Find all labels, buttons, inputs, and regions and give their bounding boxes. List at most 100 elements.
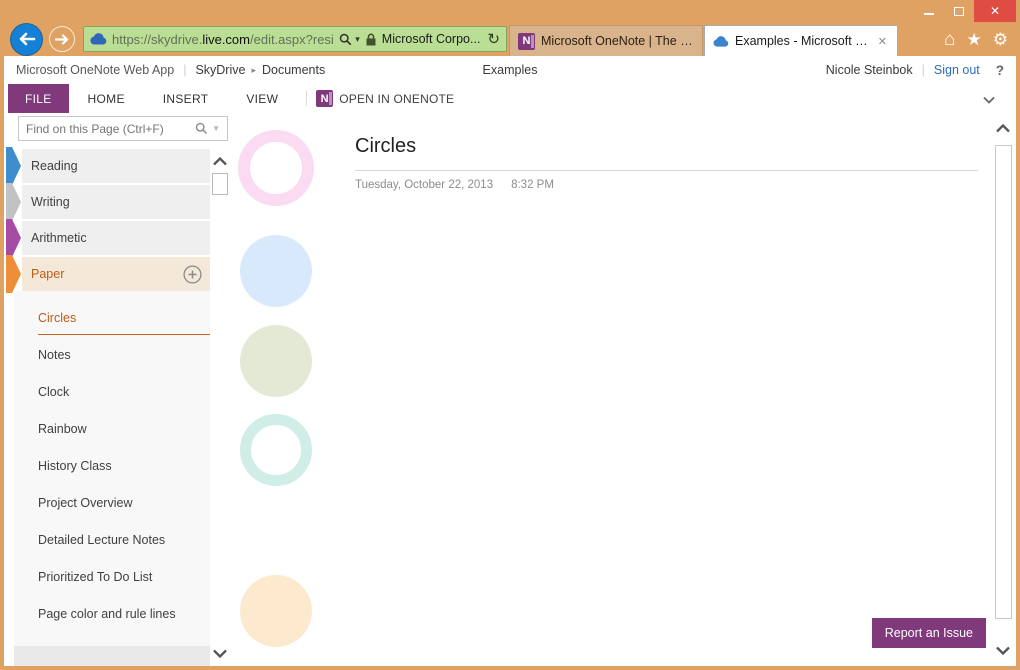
tab-title: Microsoft OneNote | The digit...: [541, 34, 694, 48]
page-item-notes[interactable]: Notes: [14, 336, 210, 373]
maximize-icon: [954, 7, 964, 16]
app-body: ▼ Reading Writing Arithmetic Paper: [4, 113, 1016, 666]
page-list-partial-item: [14, 646, 210, 666]
ribbon: FILE HOME INSERT VIEW N OPEN IN ONENOTE: [4, 84, 1016, 113]
back-arrow-icon: [18, 32, 36, 46]
help-button[interactable]: ?: [996, 63, 1004, 78]
section-label: Reading: [31, 159, 78, 173]
breadcrumb-documents[interactable]: Documents: [262, 63, 325, 77]
app-header: Microsoft OneNote Web App | SkyDrive ▸ D…: [4, 56, 1016, 84]
onenote-icon: N: [316, 90, 333, 107]
scrollbar-thumb[interactable]: [212, 173, 228, 195]
search-icon[interactable]: [339, 33, 352, 46]
sidebar-scrollbar: [210, 157, 230, 658]
divider: |: [922, 63, 925, 77]
open-in-onenote-button[interactable]: N OPEN IN ONENOTE: [316, 84, 454, 113]
page-time: 8:32 PM: [511, 179, 554, 191]
search-dropdown-caret-icon[interactable]: ▾: [355, 34, 360, 45]
tab-view[interactable]: VIEW: [227, 84, 297, 113]
page-label: Detailed Lecture Notes: [38, 533, 165, 547]
page-header: Circles Tuesday, October 22, 2013 8:32 P…: [355, 135, 978, 191]
forward-button[interactable]: [49, 26, 75, 52]
page-date: Tuesday, October 22, 2013: [355, 179, 493, 191]
forward-arrow-icon: [55, 34, 69, 45]
tab-strip: N Microsoft OneNote | The digit... Examp…: [509, 25, 898, 56]
page-label: Rainbow: [38, 422, 87, 436]
notebook-name: Examples: [483, 63, 538, 77]
breadcrumb-skydrive[interactable]: SkyDrive: [195, 63, 245, 77]
favorites-star-icon[interactable]: ★: [967, 31, 982, 48]
sidebar-section-arithmetic[interactable]: Arithmetic: [22, 221, 210, 255]
tab-insert[interactable]: INSERT: [144, 84, 228, 113]
tab-file[interactable]: FILE: [8, 84, 69, 113]
tab-onenote-site[interactable]: N Microsoft OneNote | The digit...: [509, 25, 703, 56]
page-item-history-class[interactable]: History Class: [14, 447, 210, 484]
find-on-page-searchbox[interactable]: ▼: [18, 116, 228, 141]
section-color-tab: [6, 219, 21, 257]
address-bar[interactable]: https://skydrive.live.com/edit.aspx?resi…: [83, 26, 507, 52]
sidebar-section-paper[interactable]: Paper: [22, 257, 210, 291]
section-color-tab: [6, 147, 21, 185]
breadcrumb-caret-icon: ▸: [251, 65, 256, 76]
collapse-ribbon-button[interactable]: [982, 93, 996, 107]
refresh-icon[interactable]: ↻: [487, 30, 500, 48]
search-options-caret-icon[interactable]: ▼: [212, 124, 220, 133]
drawn-circle-teal: [240, 414, 312, 486]
minimize-button[interactable]: [914, 0, 944, 22]
page-list: Circles Notes Clock Rainbow History Clas…: [14, 291, 210, 646]
add-page-button[interactable]: [183, 265, 202, 284]
scroll-down-icon[interactable]: [995, 646, 1011, 655]
user-name: Nicole Steinbok: [826, 63, 913, 77]
page-title[interactable]: Circles: [355, 135, 978, 171]
page-label: Project Overview: [38, 496, 132, 510]
search-icon[interactable]: [195, 122, 208, 135]
lock-icon: [365, 33, 377, 46]
page-item-detailed-lecture-notes[interactable]: Detailed Lecture Notes: [14, 521, 210, 558]
sidebar-section-reading[interactable]: Reading: [22, 149, 210, 183]
page-item-rainbow[interactable]: Rainbow: [14, 410, 210, 447]
scrollbar-thumb[interactable]: [995, 145, 1012, 619]
drawn-circle-green: [240, 325, 312, 397]
page-item-prioritized-to-do-list[interactable]: Prioritized To Do List: [14, 558, 210, 595]
scroll-up-icon[interactable]: [995, 124, 1011, 133]
open-in-onenote-label: OPEN IN ONENOTE: [339, 92, 454, 106]
skydrive-cloud-icon: [90, 33, 107, 45]
skydrive-cloud-icon: [713, 36, 729, 47]
tab-examples[interactable]: Examples - Microsoft One... ✕: [704, 25, 898, 56]
plus-circle-icon: [183, 265, 202, 284]
search-input[interactable]: [26, 122, 191, 136]
maximize-button[interactable]: [944, 0, 974, 22]
minimize-icon: [924, 13, 934, 15]
scroll-down-icon[interactable]: [212, 649, 228, 658]
page-label: Circles: [38, 311, 76, 325]
section-label: Arithmetic: [31, 231, 87, 245]
drawn-circle-blue: [240, 235, 312, 307]
tab-home[interactable]: HOME: [69, 84, 144, 113]
home-icon[interactable]: ⌂: [944, 30, 955, 49]
scroll-up-icon[interactable]: [212, 157, 228, 166]
page-item-clock[interactable]: Clock: [14, 373, 210, 410]
browser-navbar: https://skydrive.live.com/edit.aspx?resi…: [4, 22, 1016, 56]
close-button[interactable]: ✕: [974, 0, 1016, 22]
page-item-page-color-and-rule-lines[interactable]: Page color and rule lines: [14, 595, 210, 632]
sign-out-link[interactable]: Sign out: [934, 63, 980, 77]
drawn-circle-pink: [238, 130, 314, 206]
account-area: Nicole Steinbok | Sign out ?: [826, 63, 1004, 78]
page-item-circles[interactable]: Circles: [14, 299, 210, 336]
sidebar-section-writing[interactable]: Writing: [22, 185, 210, 219]
page-label: Notes: [38, 348, 71, 362]
chevron-down-icon: [982, 96, 996, 104]
drawn-circle-orange: [240, 575, 312, 647]
page-label: Page color and rule lines: [38, 607, 176, 621]
report-an-issue-button[interactable]: Report an Issue: [872, 618, 986, 648]
page-canvas: Circles Tuesday, October 22, 2013 8:32 P…: [230, 113, 992, 666]
onenote-icon: N: [518, 33, 535, 50]
app-title: Microsoft OneNote Web App: [16, 63, 174, 77]
url-text: https://skydrive.live.com/edit.aspx?resi…: [112, 32, 334, 47]
settings-gear-icon[interactable]: ⚙: [993, 31, 1008, 48]
page-item-project-overview[interactable]: Project Overview: [14, 484, 210, 521]
tab-close-icon[interactable]: ✕: [876, 35, 889, 48]
section-color-tab: [6, 183, 21, 221]
sidebar: ▼ Reading Writing Arithmetic Paper: [4, 113, 230, 666]
back-button[interactable]: [10, 23, 43, 56]
